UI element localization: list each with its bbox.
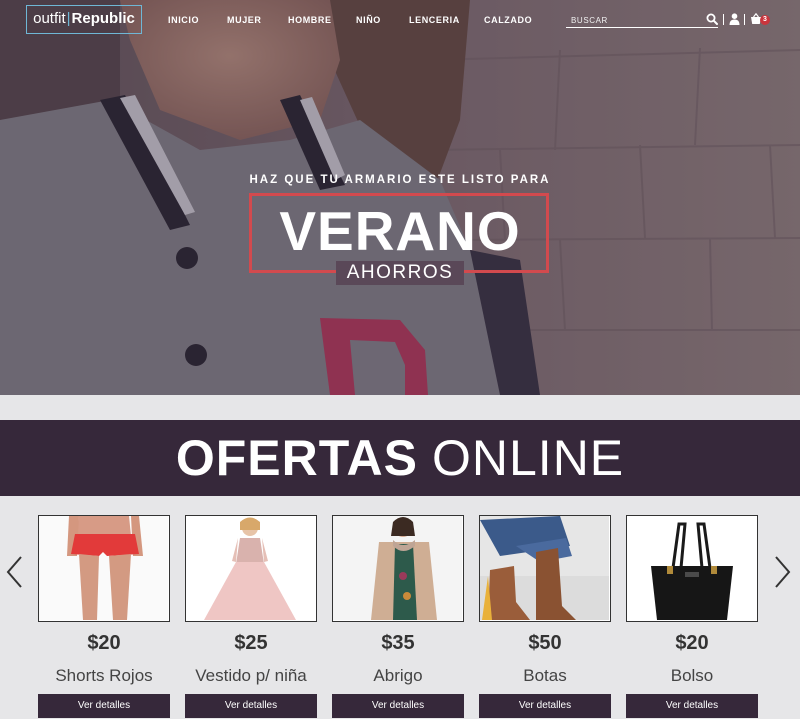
- search-icon[interactable]: [706, 13, 718, 25]
- nav-item-inicio[interactable]: INICIO: [168, 15, 199, 25]
- hero-title: VERANO: [279, 200, 521, 262]
- view-details-button[interactable]: Ver detalles: [185, 694, 317, 718]
- logo-text-republic: Republic: [71, 10, 135, 27]
- nav-item-lenceria[interactable]: LENCERIA: [409, 15, 460, 25]
- nav-item-nino[interactable]: NIÑO: [356, 15, 381, 25]
- product-price: $50: [528, 632, 562, 654]
- site-logo[interactable]: outfit|Republic: [26, 5, 142, 34]
- product-price: $25: [234, 632, 268, 654]
- product-card[interactable]: $35 Abrigo Ver detalles: [332, 515, 464, 719]
- user-icon[interactable]: [729, 13, 740, 25]
- product-image-dress[interactable]: [185, 515, 317, 622]
- product-name: Bolso: [670, 666, 714, 685]
- hero-subtitle: AHORROS: [346, 262, 454, 283]
- product-name: Abrigo: [373, 666, 423, 685]
- product-image-boots[interactable]: [479, 515, 611, 622]
- product-name: Vestido p/ niña: [195, 666, 307, 685]
- cart-count-badge: 3: [760, 15, 770, 25]
- view-details-button[interactable]: Ver detalles: [626, 694, 758, 718]
- nav-item-calzado[interactable]: CALZADO: [484, 15, 532, 25]
- product-image-shorts[interactable]: [38, 515, 170, 622]
- product-price: $35: [381, 632, 415, 654]
- search-bar: [566, 11, 718, 28]
- offers-title: OFERTAS ONLINE: [0, 420, 800, 496]
- view-details-button[interactable]: Ver detalles: [332, 694, 464, 718]
- product-price: $20: [675, 632, 709, 654]
- chevron-left-icon[interactable]: [5, 555, 23, 589]
- product-name: Shorts Rojos: [55, 666, 153, 685]
- product-card[interactable]: $20 Shorts Rojos Ver detalles: [38, 515, 170, 719]
- search-input[interactable]: [569, 13, 703, 27]
- nav-item-hombre[interactable]: HOMBRE: [288, 15, 332, 25]
- product-card[interactable]: $25 Vestido p/ niña Ver detalles: [185, 515, 317, 719]
- nav-item-mujer[interactable]: MUJER: [227, 15, 262, 25]
- product-price: $20: [87, 632, 121, 654]
- offers-banner: OFERTAS ONLINE: [0, 420, 800, 496]
- offers-title-light: ONLINE: [432, 430, 625, 486]
- icon-divider: [744, 14, 745, 25]
- product-name: Botas: [523, 666, 567, 685]
- product-image-coat[interactable]: [332, 515, 464, 622]
- product-card[interactable]: $20 Bolso Ver detalles: [626, 515, 758, 719]
- product-card[interactable]: $50 Botas Ver detalles: [479, 515, 611, 719]
- chevron-right-icon[interactable]: [774, 555, 792, 589]
- view-details-button[interactable]: Ver detalles: [479, 694, 611, 718]
- logo-separator: |: [66, 10, 71, 27]
- product-image-bag[interactable]: [626, 515, 758, 622]
- hero-kicker: HAZ QUE TU ARMARIO ESTE LISTO PARA: [249, 174, 551, 186]
- view-details-button[interactable]: Ver detalles: [38, 694, 170, 718]
- offers-title-bold: OFERTAS: [175, 430, 418, 486]
- logo-text-outfit: outfit: [33, 10, 66, 27]
- icon-divider: [723, 14, 724, 25]
